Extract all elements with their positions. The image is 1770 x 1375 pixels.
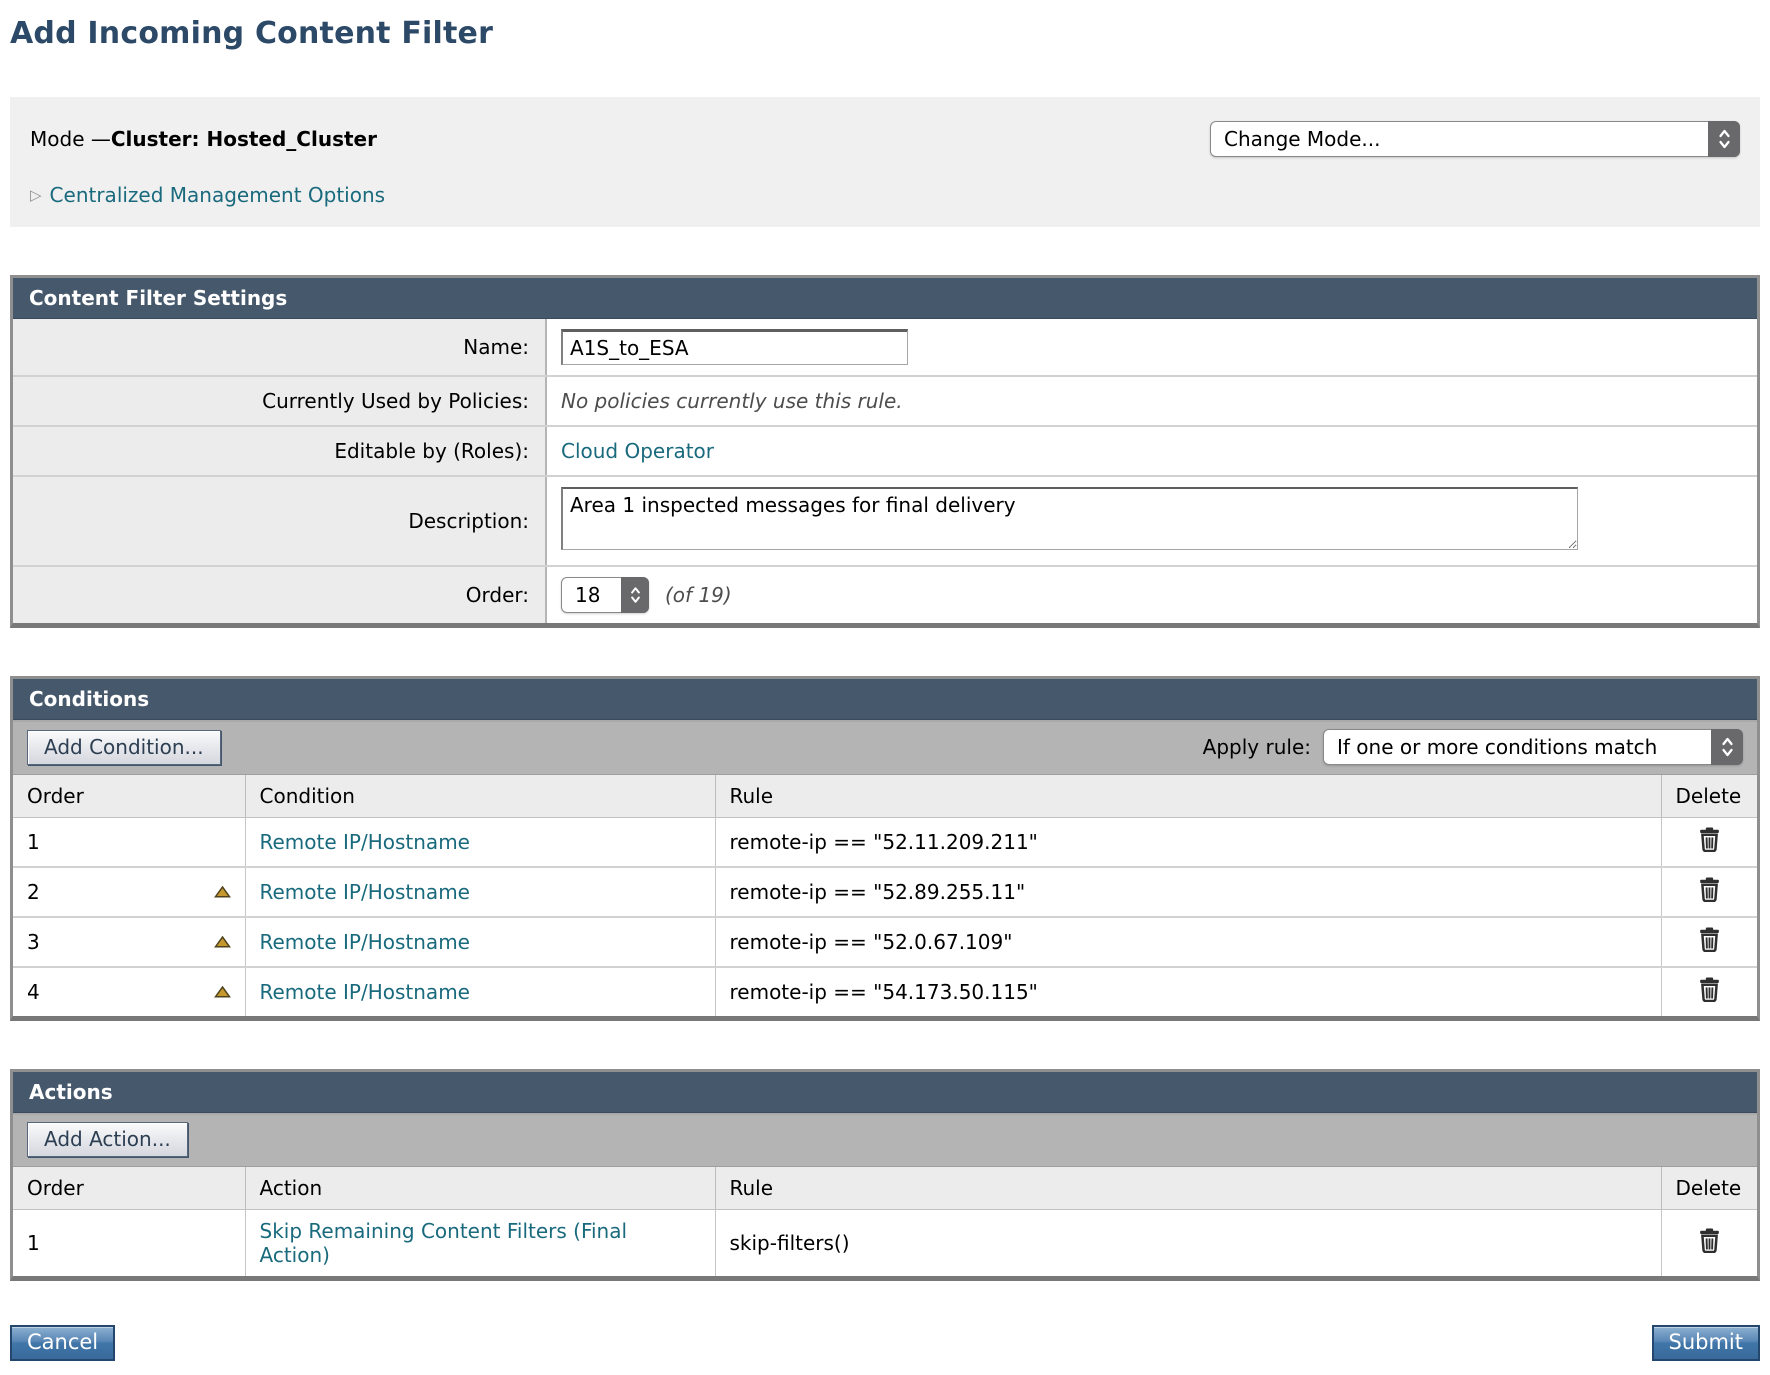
apply-rule-label: Apply rule: bbox=[1203, 735, 1311, 759]
cloud-operator-link[interactable]: Cloud Operator bbox=[561, 439, 714, 463]
page: Add Incoming Content Filter Mode —Cluste… bbox=[10, 16, 1760, 1361]
actions-table: Order Action Rule Delete 1 Skip Remainin… bbox=[13, 1167, 1757, 1276]
conditions-section: Conditions Add Condition... Apply rule: … bbox=[10, 676, 1760, 1021]
mode-label: Mode — bbox=[30, 127, 111, 151]
policies-value: No policies currently use this rule. bbox=[561, 389, 903, 413]
name-input[interactable] bbox=[561, 329, 908, 365]
name-label: Name: bbox=[13, 319, 546, 376]
trash-icon bbox=[1698, 827, 1721, 852]
delete-condition-button[interactable] bbox=[1698, 977, 1721, 1002]
apply-rule-select-value: If one or more conditions match bbox=[1337, 735, 1657, 759]
condition-rule: remote-ip == "52.11.209.211" bbox=[715, 818, 1661, 868]
order-label: Order: bbox=[13, 566, 546, 623]
content-filter-settings-header: Content Filter Settings bbox=[13, 278, 1757, 319]
order-of-note: (of 19) bbox=[665, 583, 732, 607]
conditions-col-rule: Rule bbox=[715, 775, 1661, 818]
condition-order: 1 bbox=[13, 818, 245, 868]
condition-link[interactable]: Remote IP/Hostname bbox=[260, 930, 470, 954]
conditions-toolbar: Add Condition... Apply rule: If one or m… bbox=[13, 720, 1757, 775]
policies-label: Currently Used by Policies: bbox=[13, 376, 546, 426]
conditions-col-order: Order bbox=[13, 775, 245, 818]
action-rule: skip-filters() bbox=[715, 1210, 1661, 1277]
move-up-button[interactable] bbox=[214, 886, 231, 899]
mode-value: Cluster: Hosted_Cluster bbox=[111, 127, 377, 151]
add-condition-button[interactable]: Add Condition... bbox=[27, 730, 221, 765]
content-filter-settings-section: Content Filter Settings Name: Currently … bbox=[10, 275, 1760, 628]
order-select[interactable]: 18 bbox=[561, 577, 649, 613]
actions-section: Actions Add Action... Order Action Rule … bbox=[10, 1069, 1760, 1281]
footer: Cancel Submit bbox=[10, 1325, 1760, 1361]
cancel-button[interactable]: Cancel bbox=[10, 1325, 115, 1361]
settings-table: Name: Currently Used by Policies: No pol… bbox=[13, 319, 1757, 623]
add-action-button[interactable]: Add Action... bbox=[27, 1122, 188, 1157]
disclosure-triangle-icon: ▷ bbox=[30, 188, 42, 203]
settings-row-editable: Editable by (Roles): Cloud Operator bbox=[13, 426, 1757, 476]
conditions-table: Order Condition Rule Delete 1 Remote IP/… bbox=[13, 775, 1757, 1016]
actions-header: Actions bbox=[13, 1072, 1757, 1113]
apply-rule-select[interactable]: If one or more conditions match bbox=[1323, 729, 1743, 765]
select-stepper-icon bbox=[1708, 121, 1740, 157]
trash-icon bbox=[1698, 1228, 1721, 1253]
actions-col-rule: Rule bbox=[715, 1167, 1661, 1210]
settings-row-policies: Currently Used by Policies: No policies … bbox=[13, 376, 1757, 426]
condition-order: 3 bbox=[13, 917, 245, 967]
actions-col-action: Action bbox=[245, 1167, 715, 1210]
order-select-value: 18 bbox=[575, 583, 600, 607]
condition-rule: remote-ip == "52.0.67.109" bbox=[715, 917, 1661, 967]
actions-col-order: Order bbox=[13, 1167, 245, 1210]
select-stepper-icon bbox=[621, 577, 649, 613]
condition-order: 4 bbox=[13, 967, 245, 1016]
description-label: Description: bbox=[13, 476, 546, 566]
action-link[interactable]: Skip Remaining Content Filters (Final Ac… bbox=[260, 1219, 660, 1267]
actions-toolbar: Add Action... bbox=[13, 1113, 1757, 1167]
trash-icon bbox=[1698, 927, 1721, 952]
mode-text: Mode —Cluster: Hosted_Cluster bbox=[30, 127, 377, 151]
condition-rule: remote-ip == "52.89.255.11" bbox=[715, 867, 1661, 917]
move-up-arrow-icon bbox=[214, 986, 231, 999]
page-title: Add Incoming Content Filter bbox=[10, 16, 1760, 51]
trash-icon bbox=[1698, 977, 1721, 1002]
conditions-col-delete: Delete bbox=[1661, 775, 1757, 818]
conditions-col-condition: Condition bbox=[245, 775, 715, 818]
select-stepper-icon bbox=[1711, 729, 1743, 765]
submit-button[interactable]: Submit bbox=[1652, 1325, 1761, 1361]
delete-condition-button[interactable] bbox=[1698, 927, 1721, 952]
delete-action-button[interactable] bbox=[1698, 1228, 1721, 1253]
settings-row-description: Description: Area 1 inspected messages f… bbox=[13, 476, 1757, 566]
move-up-arrow-icon bbox=[214, 886, 231, 899]
condition-link[interactable]: Remote IP/Hostname bbox=[260, 880, 470, 904]
condition-rule: remote-ip == "54.173.50.115" bbox=[715, 967, 1661, 1016]
action-row: 1 Skip Remaining Content Filters (Final … bbox=[13, 1210, 1757, 1277]
delete-condition-button[interactable] bbox=[1698, 877, 1721, 902]
condition-row: 4 Remote IP/Hostname remote-ip == "54.17… bbox=[13, 967, 1757, 1016]
trash-icon bbox=[1698, 877, 1721, 902]
condition-row: 1 Remote IP/Hostname remote-ip == "52.11… bbox=[13, 818, 1757, 868]
condition-row: 3 Remote IP/Hostname remote-ip == "52.0.… bbox=[13, 917, 1757, 967]
delete-condition-button[interactable] bbox=[1698, 827, 1721, 852]
centralized-management-options-link[interactable]: Centralized Management Options bbox=[50, 183, 386, 207]
move-up-arrow-icon bbox=[214, 936, 231, 949]
move-up-button[interactable] bbox=[214, 986, 231, 999]
move-up-button[interactable] bbox=[214, 936, 231, 949]
conditions-header: Conditions bbox=[13, 679, 1757, 720]
actions-col-delete: Delete bbox=[1661, 1167, 1757, 1210]
condition-order: 2 bbox=[13, 867, 245, 917]
mode-panel: Mode —Cluster: Hosted_Cluster Change Mod… bbox=[10, 97, 1760, 227]
description-textarea[interactable]: Area 1 inspected messages for final deli… bbox=[561, 487, 1578, 550]
settings-row-name: Name: bbox=[13, 319, 1757, 376]
condition-link[interactable]: Remote IP/Hostname bbox=[260, 830, 470, 854]
action-order: 1 bbox=[13, 1210, 245, 1277]
change-mode-select-value: Change Mode... bbox=[1224, 127, 1381, 151]
condition-row: 2 Remote IP/Hostname remote-ip == "52.89… bbox=[13, 867, 1757, 917]
change-mode-select[interactable]: Change Mode... bbox=[1210, 121, 1740, 157]
editable-roles-label: Editable by (Roles): bbox=[13, 426, 546, 476]
settings-row-order: Order: 18 (of 19) bbox=[13, 566, 1757, 623]
condition-link[interactable]: Remote IP/Hostname bbox=[260, 980, 470, 1004]
